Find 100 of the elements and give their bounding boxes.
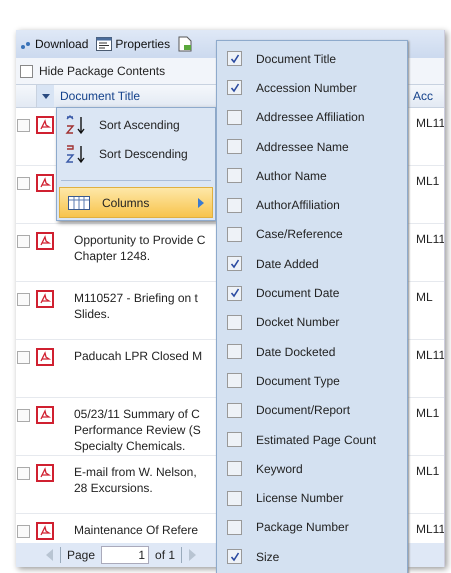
column-checkbox[interactable] <box>227 286 242 301</box>
hide-package-checkbox[interactable] <box>20 64 33 78</box>
submenu-arrow-icon <box>198 198 204 208</box>
accession-number: ML1 <box>416 406 440 420</box>
column-checkbox[interactable] <box>227 461 242 476</box>
properties-button[interactable]: Properties <box>96 37 170 51</box>
row-checkbox[interactable] <box>17 235 30 248</box>
column-option[interactable]: Document/Report <box>217 396 407 425</box>
pdf-icon <box>36 348 54 366</box>
row-checkbox[interactable] <box>17 119 30 132</box>
column-option[interactable]: Document Date <box>217 278 407 308</box>
hide-package-label: Hide Package Contents <box>39 64 166 78</box>
page-label: Page <box>67 548 96 562</box>
column-option[interactable]: Addressee Name <box>217 132 407 162</box>
column-checkbox[interactable] <box>227 198 242 213</box>
column-option-label: Addressee Affiliation <box>256 110 365 124</box>
menu-item[interactable]: Sort Descending <box>57 139 215 168</box>
column-option[interactable]: Keyword <box>217 454 407 484</box>
column-checkbox[interactable] <box>227 51 242 66</box>
column-option[interactable]: Author Name <box>217 161 407 190</box>
page-number-field[interactable]: 1 <box>101 546 150 564</box>
column-checkbox[interactable] <box>227 168 242 184</box>
pdf-icon <box>36 464 54 482</box>
column-option-label: Addressee Name <box>256 140 349 154</box>
column-option[interactable]: Size <box>217 542 407 572</box>
column-option[interactable]: Document Title <box>217 44 407 74</box>
column-checkbox[interactable] <box>227 520 242 535</box>
column-checkbox[interactable] <box>227 432 242 447</box>
previous-page-icon[interactable] <box>46 549 54 561</box>
column-checkbox[interactable] <box>227 373 242 388</box>
column-option[interactable]: Case/Reference <box>217 220 407 250</box>
column-option-label: Keyword <box>256 462 303 476</box>
menu-item[interactable]: Columns <box>59 187 213 218</box>
column-option[interactable]: Docket Number <box>217 308 407 337</box>
pdf-icon <box>36 290 54 308</box>
row-checkbox[interactable] <box>17 525 30 538</box>
column-menu-button[interactable] <box>36 85 54 107</box>
column-checkbox[interactable] <box>227 226 242 242</box>
caret-icon <box>42 94 50 98</box>
column-option-label: Estimated Page Count <box>256 432 376 446</box>
download-button[interactable]: Download <box>20 37 88 51</box>
row-checkbox[interactable] <box>17 351 30 364</box>
column-option-label: Document/Report <box>256 403 350 418</box>
row-checkbox[interactable] <box>17 293 30 306</box>
column-option[interactable]: License Number <box>217 483 407 513</box>
column-checkbox[interactable] <box>227 139 242 154</box>
row-checkbox[interactable] <box>17 467 30 480</box>
check-icon <box>230 54 240 64</box>
page-count: of 1 <box>155 548 176 562</box>
column-option-label: Package Number <box>256 520 349 534</box>
column-checkbox[interactable] <box>227 549 242 564</box>
column-checkbox[interactable] <box>227 110 242 125</box>
column-option[interactable]: AuthorAffiliation <box>217 190 407 220</box>
column-option-label: AuthorAffiliation <box>256 198 340 212</box>
accession-number: ML1 <box>416 464 440 478</box>
column-checkbox[interactable] <box>227 314 242 330</box>
column-option-label: Document Type <box>256 374 340 388</box>
document-icon[interactable] <box>178 36 192 52</box>
columns-icon <box>68 196 90 210</box>
column-option-label: Document Date <box>256 286 340 300</box>
pdf-icon <box>36 232 54 250</box>
column-option-label: License Number <box>256 491 344 506</box>
column-checkbox[interactable] <box>227 344 242 360</box>
check-icon <box>230 82 240 93</box>
sort-ascending-icon <box>65 114 87 134</box>
column-checkbox[interactable] <box>227 402 242 418</box>
column-checkbox[interactable] <box>227 490 242 506</box>
properties-icon <box>96 37 112 51</box>
column-option-label: Docket Number <box>256 315 340 330</box>
pdf-icon <box>36 116 54 134</box>
pdf-icon <box>36 406 54 424</box>
next-page-icon[interactable] <box>188 549 196 561</box>
row-checkbox[interactable] <box>17 409 30 422</box>
column-option[interactable]: Accession Number <box>217 73 407 103</box>
accession-number: ML <box>416 290 433 304</box>
column-option-label: Accession Number <box>256 80 357 95</box>
column-header[interactable]: Acc <box>413 89 434 103</box>
column-option[interactable]: Date Docketed <box>217 336 407 366</box>
sort-descending-icon <box>65 144 87 164</box>
column-option-label: Author Name <box>256 168 327 183</box>
column-option[interactable]: Date Added <box>217 249 407 278</box>
column-checkbox[interactable] <box>227 80 242 96</box>
pdf-icon <box>36 174 54 192</box>
column-option[interactable]: Addressee Affiliation <box>217 102 407 132</box>
accession-number: ML1 <box>416 174 440 188</box>
column-option-label: Date Docketed <box>256 344 336 359</box>
column-option[interactable]: Package Number <box>217 512 407 542</box>
check-icon <box>230 288 240 298</box>
column-option[interactable]: Estimated Page Count <box>217 424 407 454</box>
column-option-label: Size <box>256 550 280 564</box>
column-option-label: Case/Reference <box>256 227 343 242</box>
pdf-icon <box>36 522 54 540</box>
check-icon <box>230 258 240 269</box>
row-checkbox[interactable] <box>17 177 30 190</box>
column-option-label: Document Title <box>256 52 336 66</box>
column-option[interactable]: Document Type <box>217 366 407 396</box>
check-icon <box>230 552 240 562</box>
column-checkbox[interactable] <box>227 256 242 272</box>
menu-item[interactable]: Sort Ascending <box>57 110 215 139</box>
column-option-label: Date Added <box>256 256 319 271</box>
